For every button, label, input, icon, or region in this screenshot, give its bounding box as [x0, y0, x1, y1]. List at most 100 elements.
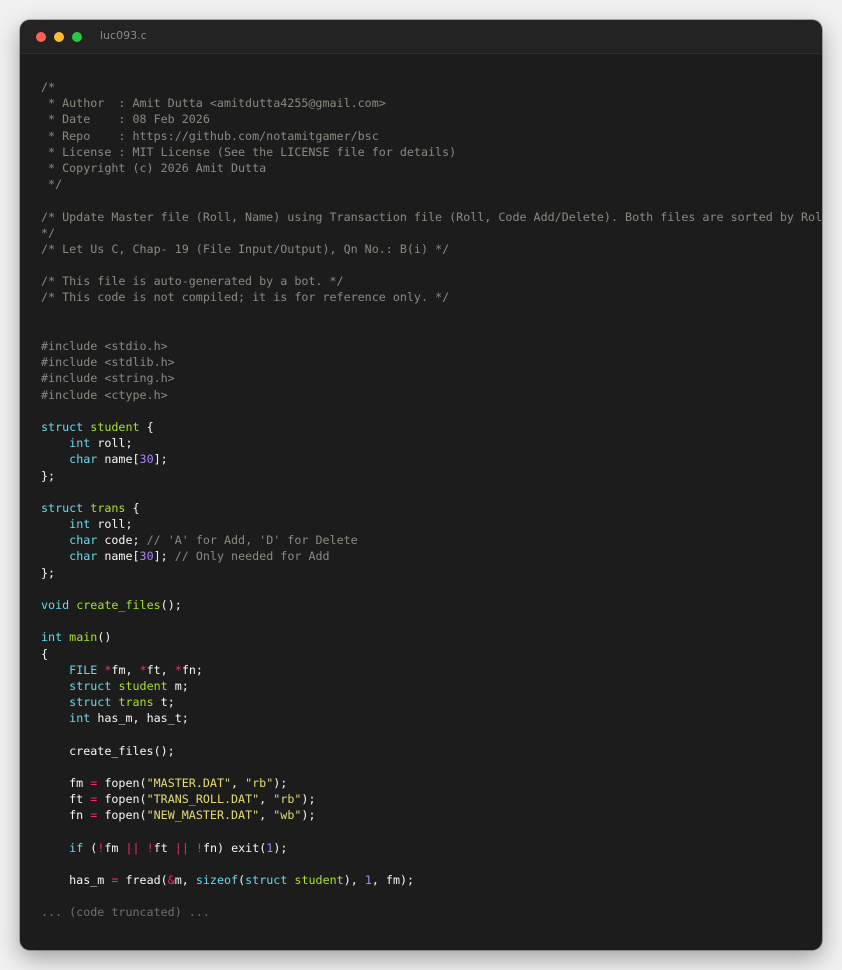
code-token-operator: & [167, 873, 175, 888]
code-token-default: create_files(); [41, 743, 175, 758]
code-token-default: ); [301, 792, 316, 807]
code-line: create_files(); [41, 743, 822, 759]
code-line: /* [41, 79, 822, 95]
code-token-comment: #include <stdlib.h> [41, 355, 175, 370]
code-token-default: has_m [41, 873, 112, 888]
code-token-default [41, 452, 69, 466]
code-token-default: , [259, 808, 274, 823]
maximize-window-button[interactable] [72, 32, 82, 42]
code-token-default [41, 533, 69, 547]
code-token-keyword: int [69, 436, 91, 451]
code-token-comment: * License : MIT License (See the LICENSE… [41, 144, 457, 159]
code-token-default [41, 841, 69, 855]
code-token-default: ft [153, 840, 175, 855]
code-token-number: 1 [364, 873, 372, 888]
code-token-type-name: trans [118, 695, 154, 710]
code-token-comment: /* This file is auto-generated by a bot.… [41, 274, 344, 289]
code-token-keyword: struct [245, 873, 288, 888]
code-line: * Author : Amit Dutta <amitdutta4255@gma… [41, 95, 822, 111]
code-token-type-name: main [69, 630, 98, 645]
code-line: if (!fm || !ft || !fn) exit(1); [41, 840, 822, 856]
code-token-type-name: trans [90, 500, 126, 515]
code-token-keyword: if [69, 840, 84, 855]
code-token-operator: || [125, 840, 140, 855]
code-token-keyword: struct [41, 419, 84, 434]
code-line: struct trans t; [41, 694, 822, 710]
code-token-default: fread( [118, 873, 168, 888]
code-token-default: ft, [146, 662, 175, 677]
code-token-default: ]; [153, 549, 175, 564]
code-token-keyword: void [41, 598, 70, 612]
code-token-default: m; [167, 678, 189, 693]
code-token-default: fm [41, 776, 91, 791]
code-line: int has_m, has_t; [41, 710, 822, 726]
code-token-default: { [125, 500, 140, 515]
code-line: { [41, 646, 822, 662]
code-token-default [41, 695, 69, 709]
code-line: int roll; [41, 516, 822, 532]
code-token-default [41, 549, 69, 563]
code-token-type-name: student [90, 419, 140, 434]
code-token-type-name: create_files [76, 598, 161, 612]
code-token-default: ]; [153, 452, 168, 467]
code-line: /* Update Master file (Roll, Name) using… [41, 209, 822, 225]
code-token-keyword: int [69, 517, 91, 532]
code-token-number: 30 [139, 452, 154, 467]
code-line: * Date : 08 Feb 2026 [41, 111, 822, 127]
code-token-default: fn [41, 808, 91, 823]
code-token-default: fn) exit( [202, 840, 267, 855]
code-line: #include <ctype.h> [41, 387, 822, 403]
code-line: fm = fopen("MASTER.DAT", "rb"); [41, 775, 822, 791]
code-token-comment: /* This code is not compiled; it is for … [41, 290, 450, 305]
code-line: }; [41, 468, 822, 484]
code-token-keyword: FILE [69, 662, 98, 677]
code-token-comment: * Repo : https://github.com/notamitgamer… [41, 128, 379, 143]
code-token-comment: /* Update Master file (Roll, Name) using… [41, 209, 822, 224]
code-editor[interactable]: /* * Author : Amit Dutta <amitdutta4255@… [41, 79, 822, 939]
code-token-operator: ! [195, 840, 203, 855]
window-title: luc093.c [100, 29, 147, 42]
minimize-window-button[interactable] [54, 32, 64, 42]
code-line: struct student { [41, 419, 822, 435]
code-token-default: m, [174, 873, 196, 888]
code-token-keyword: struct [69, 678, 112, 693]
code-token-default: ft [41, 792, 91, 807]
code-token-default: t; [153, 695, 175, 710]
code-token-comment: * Author : Amit Dutta <amitdutta4255@gma… [41, 96, 386, 111]
editor-window: luc093.c /* * Author : Amit Dutta <amitd… [20, 20, 822, 950]
code-token-string: "TRANS_ROLL.DAT" [146, 792, 260, 807]
code-token-default: , [231, 776, 246, 791]
code-token-keyword: sizeof [195, 873, 239, 888]
code-token-keyword: struct [41, 500, 84, 515]
close-window-button[interactable] [36, 32, 46, 42]
code-token-keyword: char [69, 533, 98, 548]
code-token-comment: */ [41, 225, 56, 240]
code-line: /* This code is not compiled; it is for … [41, 289, 822, 305]
code-line: char code; // 'A' for Add, 'D' for Delet… [41, 532, 822, 548]
code-token-string: "MASTER.DAT" [146, 776, 232, 791]
code-token-default: ); [273, 840, 288, 855]
code-line: }; [41, 565, 822, 581]
code-token-default: roll; [90, 517, 133, 532]
code-line: * License : MIT License (See the LICENSE… [41, 144, 822, 160]
code-token-default: name[ [97, 452, 140, 467]
truncated-note: ... (code truncated) ... [41, 905, 210, 919]
code-line: #include <string.h> [41, 370, 822, 386]
code-line: #include <stdio.h> [41, 338, 822, 354]
code-token-default: code; [97, 533, 147, 548]
code-token-default: name[ [97, 549, 140, 564]
code-token-default: { [139, 419, 154, 434]
code-token-default: fn; [181, 662, 203, 677]
code-line: FILE *fm, *ft, *fn; [41, 662, 822, 678]
code-token-default [189, 841, 196, 855]
code-token-default [41, 517, 69, 531]
code-token-operator: * [174, 662, 182, 677]
code-token-default: }; [41, 468, 56, 483]
